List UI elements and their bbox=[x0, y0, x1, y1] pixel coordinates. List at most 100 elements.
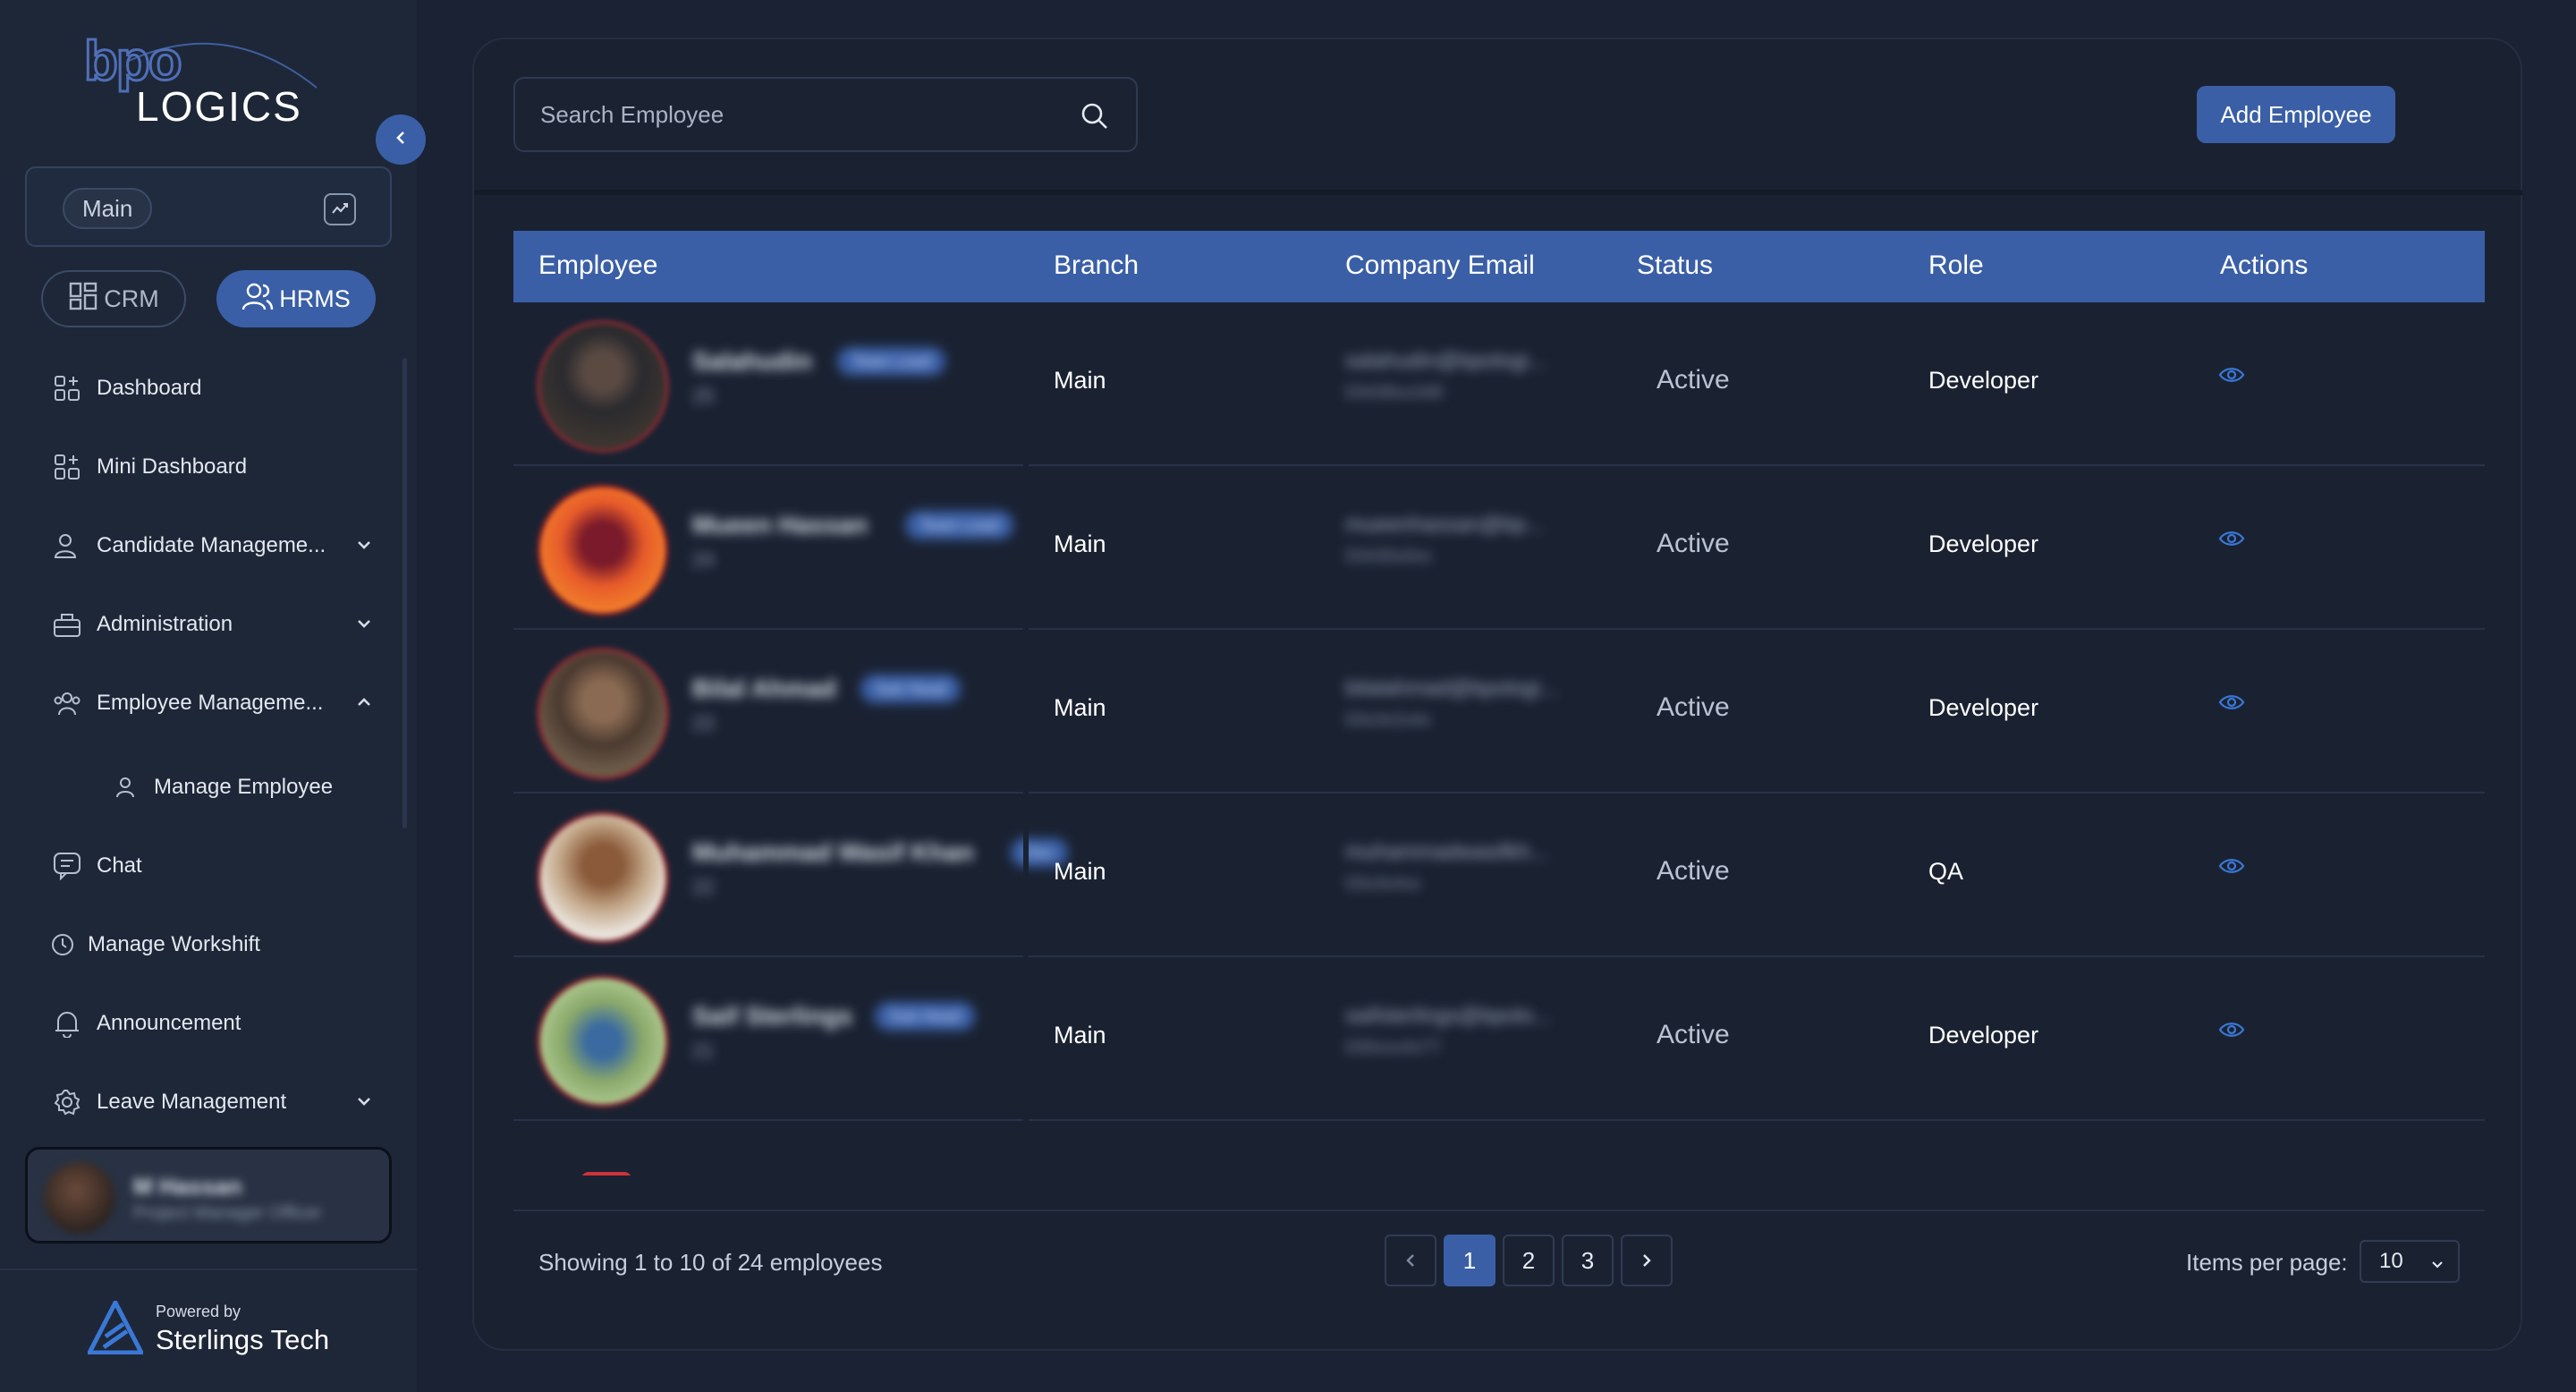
user-profile-card[interactable]: M Hassan Project Manager Officer bbox=[25, 1147, 392, 1243]
chevron-up-icon bbox=[354, 692, 374, 718]
brand-logo: bpo LOGICS bbox=[83, 32, 318, 132]
phone-number: 03x3x4xx bbox=[1345, 874, 1421, 894]
company-email: saifsterlings@bpolo... bbox=[1345, 1004, 1551, 1028]
avatar bbox=[44, 1162, 115, 1234]
previous-page-button[interactable] bbox=[1385, 1235, 1436, 1286]
employee-name: Muhammad Wasif Khan bbox=[692, 838, 974, 866]
branch-cell: Main bbox=[1054, 1022, 1106, 1048]
employee-id: 22 bbox=[692, 876, 715, 898]
sidebar-item-label: Announcement bbox=[97, 1011, 242, 1035]
employee-id: 25 bbox=[692, 385, 715, 407]
search-icon[interactable] bbox=[1079, 100, 1111, 137]
phone-number: 03438xx348 bbox=[1345, 383, 1443, 403]
eye-icon[interactable] bbox=[2218, 856, 2245, 880]
sidebar-item-administration[interactable]: Administration bbox=[52, 603, 374, 646]
column-divider bbox=[1023, 302, 1029, 466]
eye-icon[interactable] bbox=[2218, 529, 2245, 553]
items-per-page-value: 10 bbox=[2379, 1249, 2403, 1273]
users-icon bbox=[52, 530, 82, 561]
column-header-company-email: Company Email bbox=[1345, 250, 1535, 280]
avatar bbox=[537, 648, 669, 780]
role-cell: Developer bbox=[1928, 530, 2039, 557]
sidebar-scrollbar[interactable] bbox=[402, 358, 407, 828]
crm-module-button[interactable]: CRM bbox=[41, 270, 186, 327]
workspace-selector[interactable]: Main bbox=[25, 166, 392, 247]
sidebar-item-leave-management[interactable]: Leave Management bbox=[52, 1081, 374, 1124]
chat-icon bbox=[52, 851, 82, 881]
column-divider bbox=[1023, 957, 1029, 1121]
page-button-2[interactable]: 2 bbox=[1503, 1235, 1555, 1286]
email-cell: mueenhassan@bp... 03430x0xx bbox=[1345, 513, 1587, 567]
powered-by-company: Sterlings Tech bbox=[156, 1324, 330, 1355]
add-employee-button[interactable]: Add Employee bbox=[2197, 86, 2395, 143]
email-cell: salahudin@bpologi... 03438xx348 bbox=[1345, 349, 1587, 403]
sidebar-item-chat[interactable]: Chat bbox=[52, 845, 374, 887]
employee-name: Mueen Hassan bbox=[692, 511, 869, 539]
sidebar-item-announcement[interactable]: Announcement bbox=[52, 1002, 374, 1045]
column-divider bbox=[1023, 794, 1029, 957]
role-cell: QA bbox=[1928, 858, 1964, 885]
column-header-actions: Actions bbox=[2220, 250, 2309, 280]
email-cell: muhammadwasifkh... 03x3x4xx bbox=[1345, 840, 1587, 895]
sidebar-item-employee-management[interactable]: Employee Manageme... bbox=[52, 682, 374, 725]
chevron-left-icon bbox=[1402, 1247, 1419, 1275]
items-per-page-label: Items per page: bbox=[2186, 1249, 2348, 1276]
workspace-label: Main bbox=[63, 188, 153, 229]
eye-icon[interactable] bbox=[2218, 365, 2245, 389]
page-button-3[interactable]: 3 bbox=[1562, 1235, 1614, 1286]
phone-number: 03x3x2x4x bbox=[1345, 710, 1431, 730]
email-cell: saifsterlings@bpolo... 030xxx4x77 bbox=[1345, 1004, 1587, 1058]
email-cell: bilalahmad@bpologi... 03x3x2x4x bbox=[1345, 676, 1587, 731]
table-row: Salahudin Team Lead 25 Main salahudin@bp… bbox=[513, 302, 2485, 466]
employee-id: 23 bbox=[692, 712, 715, 734]
column-divider bbox=[1023, 466, 1029, 630]
chevron-down-icon bbox=[354, 1091, 374, 1117]
pagination-summary: Showing 1 to 10 of 24 employees bbox=[538, 1249, 883, 1276]
designation-badge: Team Lead bbox=[837, 347, 946, 376]
items-per-page-select[interactable]: 10 bbox=[2360, 1240, 2460, 1283]
sterlings-logo-icon bbox=[88, 1301, 143, 1354]
eye-icon[interactable] bbox=[2218, 1020, 2245, 1044]
avatar bbox=[537, 320, 669, 453]
status-cell: Active bbox=[1657, 529, 1730, 558]
employee-name: Bilal Ahmad bbox=[692, 675, 836, 702]
user-icon bbox=[114, 772, 140, 802]
branch-cell: Main bbox=[1054, 858, 1106, 885]
status-cell: Active bbox=[1657, 365, 1730, 395]
hrms-module-button[interactable]: HRMS bbox=[216, 270, 376, 327]
briefcase-icon bbox=[52, 609, 82, 640]
eye-icon[interactable] bbox=[2218, 692, 2245, 717]
bell-icon bbox=[52, 1008, 82, 1039]
page-button-1[interactable]: 1 bbox=[1444, 1235, 1496, 1286]
chart-icon[interactable] bbox=[324, 193, 356, 225]
search-box[interactable] bbox=[513, 77, 1138, 152]
sidebar-item-label: Administration bbox=[97, 612, 233, 636]
chevron-down-icon bbox=[354, 614, 374, 640]
next-page-button[interactable] bbox=[1621, 1235, 1673, 1286]
table-row: Saif Sterlings Sub Head 21 Main saifster… bbox=[513, 957, 2485, 1121]
avatar bbox=[537, 484, 669, 616]
table-header: Employee Branch Company Email Status Rol… bbox=[513, 231, 2485, 302]
chevron-down-icon bbox=[2429, 1254, 2445, 1279]
sidebar-item-dashboard[interactable]: Dashboard bbox=[52, 367, 374, 410]
sidebar-item-label: Dashboard bbox=[97, 376, 202, 400]
dashboard-icon bbox=[52, 452, 82, 482]
powered-by-label: Powered by bbox=[156, 1303, 242, 1320]
dashboard-icon bbox=[52, 373, 82, 403]
employee-panel: Add Employee Employee Branch Company Ema… bbox=[472, 38, 2522, 1351]
designation-badge: Team Lead bbox=[905, 511, 1014, 539]
team-icon bbox=[52, 688, 82, 718]
sidebar-item-mini-dashboard[interactable]: Mini Dashboard bbox=[52, 446, 374, 488]
sidebar-collapse-button[interactable] bbox=[376, 115, 426, 165]
sidebar: bpo LOGICS Main CRM HRMS Dashboard Mini … bbox=[0, 0, 417, 1392]
avatar bbox=[581, 1172, 631, 1176]
avatar bbox=[537, 811, 669, 944]
company-email: bilalahmad@bpologi... bbox=[1345, 676, 1558, 700]
role-cell: Developer bbox=[1928, 694, 2039, 721]
column-header-role: Role bbox=[1928, 250, 1984, 280]
search-input[interactable] bbox=[540, 97, 1059, 132]
hrms-label: HRMS bbox=[279, 284, 351, 312]
sidebar-item-manage-workshift[interactable]: Manage Workshift bbox=[50, 923, 372, 966]
sidebar-subitem-manage-employee[interactable]: Manage Employee bbox=[114, 766, 383, 809]
sidebar-item-candidate-management[interactable]: Candidate Manageme... bbox=[52, 524, 374, 567]
